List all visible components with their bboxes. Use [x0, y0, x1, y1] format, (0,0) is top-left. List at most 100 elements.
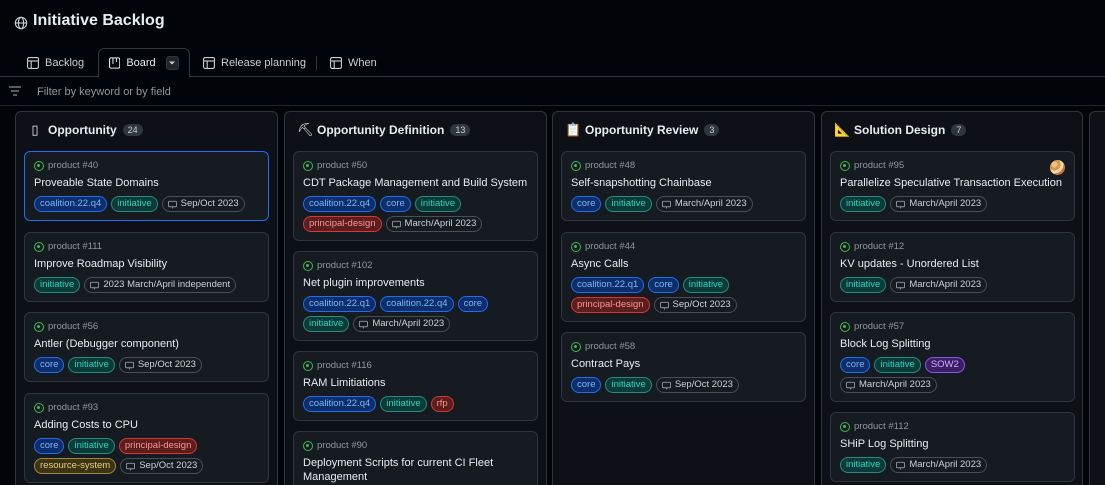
iteration-badge[interactable]: Sep/Oct 2023: [120, 458, 204, 474]
label-badge[interactable]: initiative: [68, 357, 115, 373]
card-title[interactable]: Parallelize Speculative Transaction Exec…: [840, 176, 1065, 190]
label-badge[interactable]: core: [571, 377, 602, 393]
label-badge[interactable]: coalition.22.q4: [34, 196, 108, 212]
column-icon: 📐: [834, 122, 851, 137]
card-title[interactable]: Proveable State Domains: [34, 176, 259, 190]
filter-bar[interactable]: Filter by keyword or by field: [0, 78, 1105, 106]
iteration-badge[interactable]: Sep/Oct 2023: [161, 196, 245, 212]
label-badge[interactable]: SOW2: [924, 357, 965, 373]
card-title[interactable]: Net plugin improvements: [303, 276, 528, 290]
column-title: Solution Design: [854, 123, 946, 137]
label-badge[interactable]: initiative: [68, 438, 115, 454]
label-badge[interactable]: coalition.22.q1: [303, 296, 377, 312]
label-badge[interactable]: initiative: [874, 357, 921, 373]
card-title[interactable]: Adding Costs to CPU: [34, 418, 259, 432]
iteration-label: Sep/Oct 2023: [139, 460, 198, 471]
assignee-avatar[interactable]: [1050, 160, 1065, 175]
iteration-badge[interactable]: March/April 2023: [655, 196, 753, 212]
card-labels: core initiative Sep/Oct 2023: [34, 357, 259, 373]
tab-release-planning[interactable]: Release planning: [193, 48, 316, 77]
iteration-badge[interactable]: Sep/Oct 2023: [655, 377, 739, 393]
label-badge[interactable]: initiative: [840, 277, 887, 293]
board-card[interactable]: product #102 Net plugin improvements coali…: [293, 251, 538, 341]
card-title[interactable]: Deployment Scripts for current CI Fleet …: [303, 456, 528, 484]
label-badge[interactable]: core: [380, 196, 411, 212]
label-badge[interactable]: principal-design: [303, 216, 382, 232]
card-title[interactable]: KV updates - Unordered List: [840, 257, 1065, 271]
tab-when[interactable]: When: [320, 48, 387, 77]
issue-number: product #12: [854, 241, 905, 252]
board-card[interactable]: product #57 Block Log Splitting core initia…: [830, 312, 1075, 402]
label-badge[interactable]: initiative: [682, 277, 730, 293]
label-badge[interactable]: core: [34, 357, 65, 373]
card-title[interactable]: Self-snapshotting Chainbase: [571, 176, 796, 190]
iteration-badge[interactable]: March/April 2023: [385, 216, 483, 232]
column-header[interactable]: ⛏ Opportunity Definition 13: [285, 112, 471, 148]
iteration-badge[interactable]: March/April 2023: [840, 377, 937, 393]
iteration-badge[interactable]: Sep/Oct 2023: [118, 357, 202, 373]
label-badge[interactable]: initiative: [605, 196, 652, 212]
label-badge[interactable]: initiative: [380, 396, 427, 412]
label-badge[interactable]: core: [457, 296, 489, 312]
board-card[interactable]: product #93 Adding Costs to CPU core initia…: [24, 393, 269, 483]
board-card[interactable]: product #116 RAM Limitiations coalition.22…: [293, 351, 538, 421]
card-title[interactable]: Contract Pays: [571, 357, 796, 371]
label-badge[interactable]: principal-design: [118, 438, 198, 454]
board-card[interactable]: product #44 Async Calls coalition.22.q1 cor…: [561, 232, 806, 322]
label-badge[interactable]: rfp: [430, 396, 454, 412]
label-badge[interactable]: initiative: [414, 196, 462, 212]
iteration-label: 2023 March/April independent: [103, 279, 231, 290]
tab-backlog[interactable]: Backlog: [17, 48, 94, 77]
view-options-button[interactable]: [165, 56, 179, 70]
label-badge[interactable]: resource-system: [34, 458, 117, 474]
label-badge[interactable]: initiative: [303, 316, 350, 332]
card-title[interactable]: Block Log Splitting: [840, 337, 1065, 351]
iteration-badge[interactable]: March/April 2023: [890, 457, 988, 473]
label-badge[interactable]: initiative: [840, 196, 887, 212]
label-badge[interactable]: initiative: [605, 377, 652, 393]
filter-input[interactable]: Filter by keyword or by field: [37, 86, 171, 98]
label-badge[interactable]: coalition.22.q4: [303, 196, 377, 212]
card-labels: initiative March/April 2023: [840, 196, 1065, 212]
label-badge[interactable]: core: [840, 357, 871, 373]
board-card[interactable]: product #90 Deployment Scripts for curren…: [293, 431, 538, 485]
label-badge[interactable]: principal-design: [571, 297, 650, 313]
iteration-badge[interactable]: March/April 2023: [890, 277, 988, 293]
card-title[interactable]: SHiP Log Splitting: [840, 437, 1065, 451]
board-card[interactable]: product #12 KV updates - Unordered List in…: [830, 232, 1075, 302]
label-badge[interactable]: core: [648, 277, 679, 293]
iteration-badge[interactable]: March/April 2023: [353, 316, 451, 332]
board-card[interactable]: product #58 Contract Pays core initiative Se…: [561, 332, 806, 402]
board-card[interactable]: product #112 SHiP Log Splitting initiative…: [830, 412, 1075, 482]
label-badge[interactable]: initiative: [111, 196, 158, 212]
column-header[interactable]: ▯ Opportunity 24: [16, 112, 143, 148]
label-badge[interactable]: core: [34, 438, 65, 454]
label-badge[interactable]: coalition.22.q4: [303, 396, 377, 412]
card-labels: initiative 2023 March/April independent: [34, 277, 259, 293]
iteration-badge[interactable]: 2023 March/April independent: [84, 277, 237, 293]
iteration-badge[interactable]: Sep/Oct 2023: [653, 297, 737, 313]
tab-board[interactable]: Board: [98, 48, 190, 78]
board-card[interactable]: product #56 Antler (Debugger component) co…: [24, 312, 269, 382]
label-badge[interactable]: coalition.22.q4: [380, 296, 454, 312]
calendar-icon: [124, 361, 134, 370]
open-issue-icon: [34, 402, 44, 413]
board-card[interactable]: product #111 Improve Roadmap Visibility in…: [24, 232, 269, 302]
label-badge[interactable]: initiative: [840, 457, 887, 473]
open-issue-icon: [34, 321, 44, 332]
board-card[interactable]: product #95 Parallelize Speculative Trans…: [830, 151, 1075, 221]
board-card[interactable]: product #50 CDT Package Management and Bu…: [293, 151, 538, 241]
label-badge[interactable]: initiative: [34, 277, 81, 293]
label-badge[interactable]: coalition.22.q1: [571, 277, 645, 293]
column-header[interactable]: 📋 Opportunity Review 3: [553, 112, 720, 148]
label-badge[interactable]: core: [571, 196, 602, 212]
card-title[interactable]: Improve Roadmap Visibility: [34, 257, 259, 271]
card-title[interactable]: Async Calls: [571, 257, 796, 271]
iteration-badge[interactable]: March/April 2023: [890, 196, 988, 212]
board-card[interactable]: product #40 Proveable State Domains coalit…: [24, 151, 269, 221]
card-title[interactable]: RAM Limitiations: [303, 376, 528, 390]
column-header[interactable]: 📐 Solution Design 7: [822, 112, 967, 148]
board-card[interactable]: product #48 Self-snapshotting Chainbase co…: [561, 151, 806, 221]
card-title[interactable]: Antler (Debugger component): [34, 337, 259, 351]
card-title[interactable]: CDT Package Management and Build System: [303, 176, 528, 190]
